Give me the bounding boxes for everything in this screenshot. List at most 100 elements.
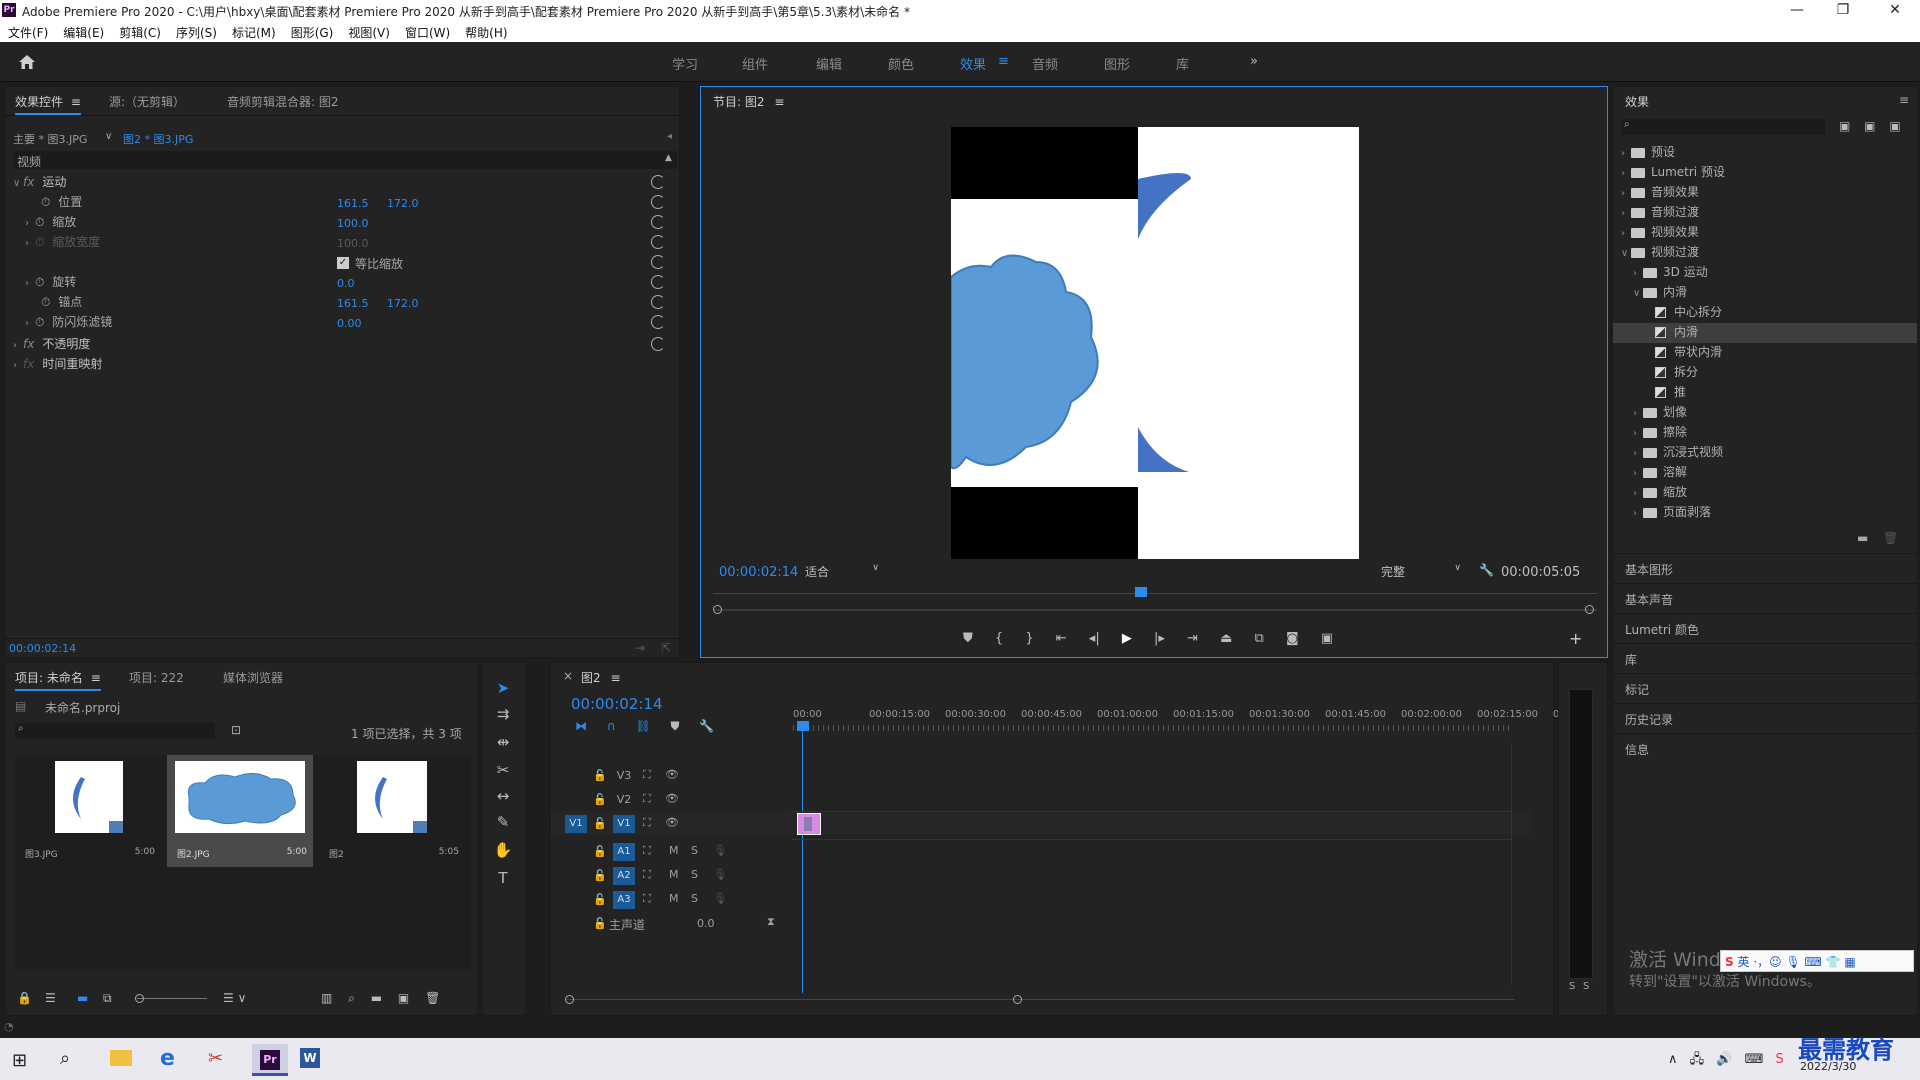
add-marker-icon[interactable]: ⛊ [671, 719, 680, 733]
effect-folder[interactable]: › 预设 [1621, 143, 1675, 163]
anchor-y-value[interactable]: 172.0 [387, 297, 419, 310]
accelerated-effects-icon[interactable]: ▣ [1839, 119, 1850, 133]
32bit-effects-icon[interactable]: ▣ [1864, 119, 1875, 133]
tab-media-browser[interactable]: 媒体浏览器 [223, 669, 283, 686]
ime-toolbar[interactable]: S 英 ·，☺ 🎙 ⌨ 👕 ▦ [1720, 950, 1914, 972]
stopwatch-icon[interactable]: ⏱ [41, 295, 50, 309]
motion-row[interactable]: ∨ fx 运动 [13, 173, 66, 193]
panel-history[interactable]: 历史记录 [1613, 703, 1917, 733]
reset-icon[interactable] [651, 337, 665, 351]
sequence-clip-label[interactable]: 图2 * 图3.JPG [123, 131, 193, 147]
effect-controls-timecode[interactable]: 00:00:02:14 [9, 642, 76, 655]
more-workspaces-icon[interactable]: » [1250, 54, 1258, 69]
menu-window[interactable]: 窗口(W) [397, 22, 457, 41]
menu-help[interactable]: 帮助(H) [457, 22, 514, 41]
effect-folder[interactable]: › 视频效果 [1621, 223, 1699, 243]
reset-icon[interactable] [651, 195, 665, 209]
scroll-handle-left[interactable] [565, 995, 574, 1004]
mic-icon[interactable]: 🎙 [713, 868, 727, 881]
selection-tool-icon[interactable]: ➤ [491, 679, 515, 701]
program-video-frame[interactable] [950, 127, 1359, 559]
eye-icon[interactable]: 👁 [665, 792, 679, 805]
workspace-audio[interactable]: 音频 [1032, 54, 1058, 73]
minimize-button[interactable]: — [1774, 0, 1820, 22]
add-marker-icon[interactable]: ⛊ [963, 631, 973, 646]
chevron-right-icon[interactable]: › [1621, 168, 1631, 179]
menu-file[interactable]: 文件(F) [0, 22, 55, 41]
step-forward-icon[interactable]: |▸ [1154, 631, 1165, 646]
workspace-libraries[interactable]: 库 [1176, 54, 1189, 73]
track-label[interactable]: V1 [613, 815, 635, 833]
fit-dropdown[interactable]: 适合 ∨ [805, 563, 883, 581]
mic-icon[interactable]: 🎙 [713, 892, 727, 905]
sogou-icon[interactable]: S [1776, 1052, 1784, 1067]
automate-sequence-icon[interactable]: ▥ [321, 991, 332, 1005]
track-label[interactable]: A3 [613, 891, 635, 909]
effect-folder[interactable]: › 音频过渡 [1621, 203, 1699, 223]
edge-icon[interactable]: e [160, 1046, 175, 1071]
workspace-menu-icon[interactable]: ≡ [998, 54, 1009, 69]
project-item[interactable]: 图2 5:05 [321, 755, 463, 867]
chevron-right-icon[interactable]: › [1633, 448, 1643, 459]
timeline-timecode[interactable]: 00:00:02:14 [571, 695, 663, 713]
razor-tool-icon[interactable]: ✂ [491, 761, 515, 783]
anchor-x-value[interactable]: 161.5 [337, 297, 369, 310]
ime-icon[interactable]: ⌨ [1745, 1052, 1764, 1067]
solo-button[interactable]: S [691, 868, 698, 881]
network-icon[interactable]: 🖧 [1690, 1052, 1705, 1067]
snap-icon[interactable]: ∩ [607, 719, 616, 733]
track-label[interactable]: A2 [613, 867, 635, 885]
quality-dropdown[interactable]: 完整 ∨ [1381, 563, 1465, 581]
rotation-value[interactable]: 0.0 [337, 277, 355, 290]
maximize-button[interactable]: ❐ [1820, 0, 1866, 22]
effect-folder[interactable]: › 3D 运动 [1633, 263, 1708, 283]
reset-icon[interactable] [651, 255, 665, 269]
timeline-settings-icon[interactable]: 🔧 [699, 719, 714, 733]
reset-icon[interactable] [651, 295, 665, 309]
tab-source[interactable]: 源:（无剪辑） [109, 93, 185, 110]
mark-in-icon[interactable]: { [995, 631, 1003, 646]
effect-folder[interactable]: ∨ 视频过渡 [1621, 243, 1699, 263]
sync-lock-icon[interactable]: ⛶ [643, 792, 651, 806]
search-icon[interactable]: ⌕ [60, 1048, 70, 1069]
menu-view[interactable]: 视图(V) [340, 22, 397, 41]
tab-project-222[interactable]: 项目: 222 [129, 669, 184, 686]
stopwatch-icon[interactable]: ⏱ [41, 195, 50, 209]
icon-view-icon[interactable]: ▬ [77, 991, 88, 1005]
playhead[interactable] [797, 721, 809, 731]
workspace-editing[interactable]: 编辑 [816, 54, 842, 73]
program-playhead[interactable] [1135, 587, 1147, 597]
new-item-icon[interactable]: ▣ [398, 991, 409, 1005]
chevron-right-icon[interactable]: › [1633, 408, 1643, 419]
program-timecode[interactable]: 00:00:02:14 [719, 565, 798, 580]
track-label[interactable]: V3 [613, 769, 635, 782]
effect-folder[interactable]: › 音频效果 [1621, 183, 1699, 203]
lock-icon[interactable]: 🔓 [593, 893, 607, 906]
effect-folder[interactable]: › 擦除 [1633, 423, 1687, 443]
horizontal-scrollbar[interactable] [565, 999, 1515, 1000]
time-remap-row[interactable]: › fx 时间重映射 [13, 355, 102, 375]
effect-folder[interactable]: › Lumetri 预设 [1621, 163, 1725, 183]
scroll-handle-right[interactable] [1013, 995, 1022, 1004]
go-to-in-icon[interactable]: ⇤ [1056, 631, 1067, 646]
sync-lock-icon[interactable]: ⛶ [643, 768, 651, 782]
sort-icon[interactable]: ☰ ∨ [223, 991, 246, 1005]
type-tool-icon[interactable]: T [491, 869, 515, 891]
linked-selection-icon[interactable]: ⛓ [635, 719, 650, 733]
freeform-view-icon[interactable]: ⧉ [103, 991, 112, 1006]
workspace-color[interactable]: 颜色 [888, 54, 914, 73]
chevron-down-icon[interactable]: ∨ [1621, 248, 1631, 259]
panel-markers[interactable]: 标记 [1613, 673, 1917, 703]
time-ruler[interactable]: 00:00 00:00:15:00 00:00:30:00 00:00:45:00 00… [793, 709, 1569, 723]
position-y-value[interactable]: 172.0 [387, 197, 419, 210]
reset-icon[interactable] [651, 175, 665, 189]
solo-button[interactable]: S [691, 844, 698, 857]
lock-icon[interactable]: 🔓 [593, 845, 607, 858]
menu-graphics[interactable]: 图形(G) [283, 22, 341, 41]
word-icon[interactable]: W [300, 1048, 320, 1068]
wrench-icon[interactable]: 🔧 [1479, 563, 1494, 577]
zoom-slider-handle[interactable] [135, 994, 144, 1003]
lock-icon[interactable]: 🔓 [593, 793, 607, 806]
delete-icon[interactable]: 🗑 [1883, 531, 1898, 545]
reset-icon[interactable] [651, 315, 665, 329]
